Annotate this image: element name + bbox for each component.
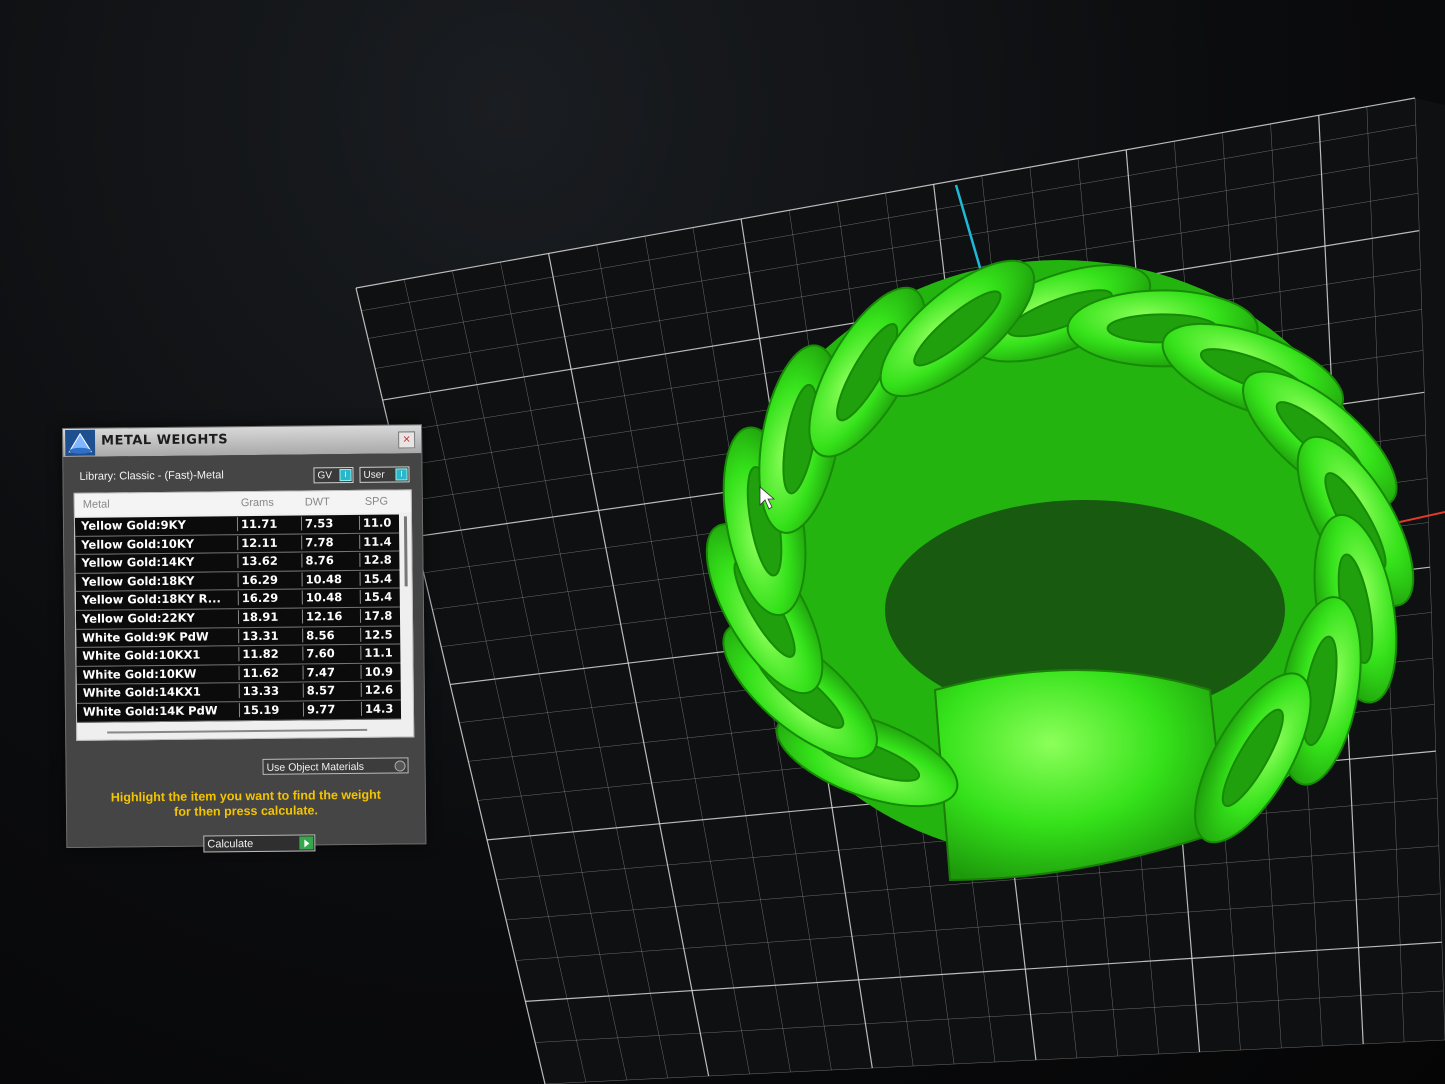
table-header: Metal Grams DWT SPG — [74, 490, 411, 516]
cell-grams: 13.62 — [237, 553, 298, 569]
cell-metal: White Gold:14KX1 — [82, 684, 201, 701]
cell-grams: 16.29 — [237, 572, 298, 587]
cell-metal: White Gold:14K PdW — [82, 703, 218, 719]
cell-spg: 15.4 — [359, 589, 404, 605]
gv-toggle-label: GV — [317, 470, 333, 482]
cell-grams: 13.33 — [238, 683, 299, 699]
dialog-body: Library: Classic - (Fast)-Metal GV I Use… — [63, 453, 426, 853]
cell-spg: 12.6 — [360, 682, 405, 698]
cell-metal: White Gold:9K PdW — [82, 629, 209, 645]
cell-metal: Yellow Gold:18KY R... — [81, 591, 221, 608]
user-toggle[interactable]: User I — [359, 466, 410, 483]
gv-toggle-knob: I — [339, 468, 352, 482]
cell-dwt: 7.60 — [302, 646, 363, 661]
cell-spg: 12.5 — [360, 626, 405, 642]
cell-metal: Yellow Gold:9KY — [80, 517, 186, 533]
use-object-materials-toggle[interactable]: Use Object Materials — [262, 757, 409, 775]
cell-metal: Yellow Gold:14KY — [81, 554, 195, 570]
app-logo-icon — [65, 429, 96, 456]
cell-metal: Yellow Gold:18KY — [81, 573, 195, 589]
cell-grams: 11.71 — [236, 516, 298, 532]
cell-spg: 14.3 — [360, 701, 406, 716]
column-header-grams[interactable]: Grams — [241, 497, 274, 509]
cell-dwt: 10.48 — [301, 590, 362, 605]
cell-metal: White Gold:10KW — [82, 666, 197, 682]
user-toggle-knob: I — [395, 468, 408, 481]
cell-grams: 16.29 — [237, 590, 298, 606]
cell-dwt: 10.48 — [301, 571, 362, 587]
user-toggle-label: User — [363, 469, 385, 481]
cell-dwt: 8.56 — [302, 627, 363, 643]
cell-dwt: 8.76 — [301, 553, 362, 568]
cell-dwt: 7.53 — [300, 515, 362, 531]
horizontal-scrollbar[interactable] — [107, 728, 368, 734]
cell-metal: White Gold:10KX1 — [82, 647, 201, 663]
column-header-metal[interactable]: Metal — [83, 499, 110, 511]
library-label: Library: Classic - (Fast)-Metal — [79, 469, 224, 483]
instruction-text: Highlight the item you want to find the … — [81, 787, 411, 820]
cell-dwt: 8.57 — [302, 683, 363, 698]
table-body: Yellow Gold:9KY 11.71 7.53 11.0 Yellow Gold:… — [74, 514, 406, 723]
cell-spg: 12.8 — [359, 552, 404, 568]
column-header-spg[interactable]: SPG — [365, 496, 388, 508]
close-button[interactable]: × — [398, 431, 416, 449]
gv-toggle[interactable]: GV I — [313, 466, 354, 484]
cell-dwt: 7.47 — [302, 664, 363, 680]
metal-weights-dialog: METAL WEIGHTS × Library: Classic - (Fast… — [62, 424, 427, 853]
column-header-dwt[interactable]: DWT — [305, 496, 330, 508]
cell-dwt: 9.77 — [302, 701, 364, 717]
cell-spg: 17.8 — [359, 608, 405, 623]
calculate-button[interactable]: Calculate — [203, 834, 316, 853]
cell-metal: Yellow Gold:22KY — [81, 610, 195, 626]
cell-spg: 10.9 — [360, 664, 405, 679]
cell-grams: 12.11 — [237, 535, 298, 550]
cell-metal: Yellow Gold:10KY — [81, 536, 195, 552]
vertical-scrollbar[interactable] — [403, 516, 408, 587]
cell-spg: 11.1 — [360, 645, 405, 661]
cell-grams: 11.62 — [238, 665, 299, 680]
calculate-label: Calculate — [207, 838, 254, 851]
metal-weights-table: Metal Grams DWT SPG Yellow Gold:9KY 11.71… — [73, 489, 415, 741]
cell-spg: 11.0 — [358, 515, 404, 530]
cell-dwt: 12.16 — [301, 608, 363, 624]
dialog-title: METAL WEIGHTS — [101, 432, 229, 449]
cell-spg: 11.4 — [359, 534, 404, 549]
radio-icon — [394, 760, 406, 772]
use-object-materials-label: Use Object Materials — [266, 760, 365, 774]
cell-grams: 13.31 — [238, 628, 299, 643]
cell-grams: 11.82 — [238, 646, 299, 662]
play-arrow-icon — [299, 836, 314, 850]
cell-dwt: 7.78 — [301, 534, 362, 550]
cell-spg: 15.4 — [359, 571, 404, 586]
table-row[interactable]: White Gold:14K PdW 15.19 9.77 14.3 — [76, 700, 406, 723]
cell-grams: 18.91 — [237, 609, 299, 625]
cell-grams: 15.19 — [238, 702, 300, 718]
